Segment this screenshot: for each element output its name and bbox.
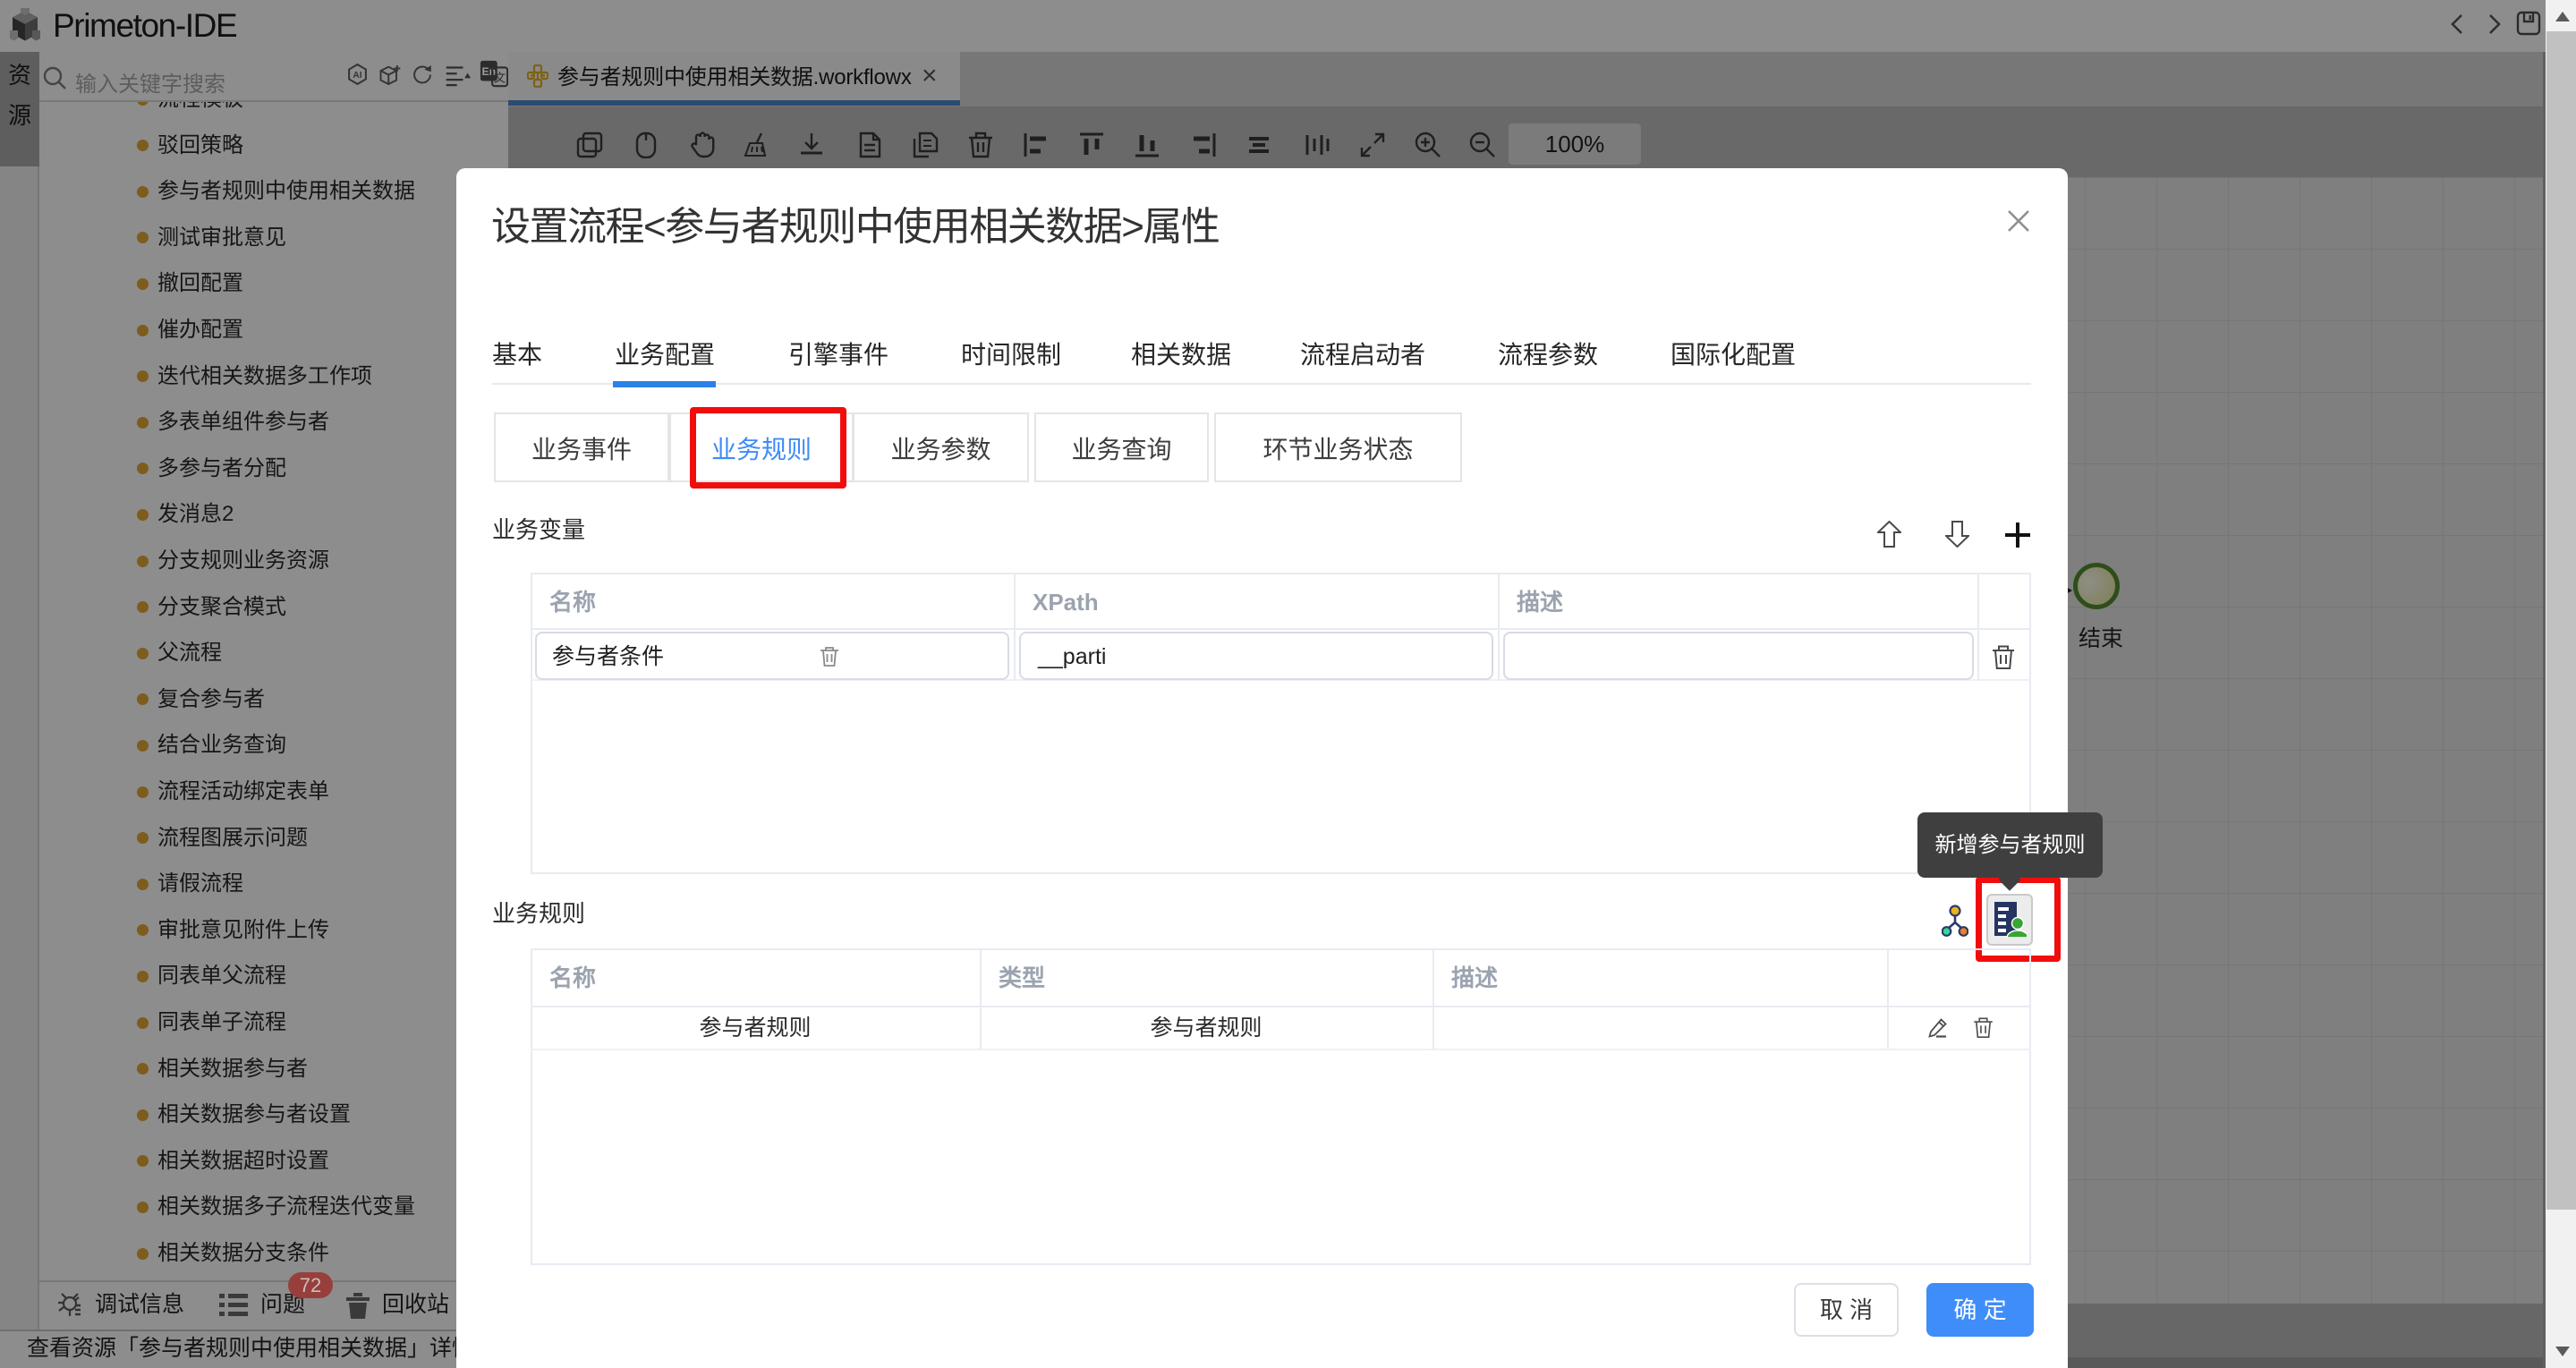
svg-text:文: 文 <box>494 72 506 85</box>
svg-text:AI: AI <box>353 71 361 81</box>
